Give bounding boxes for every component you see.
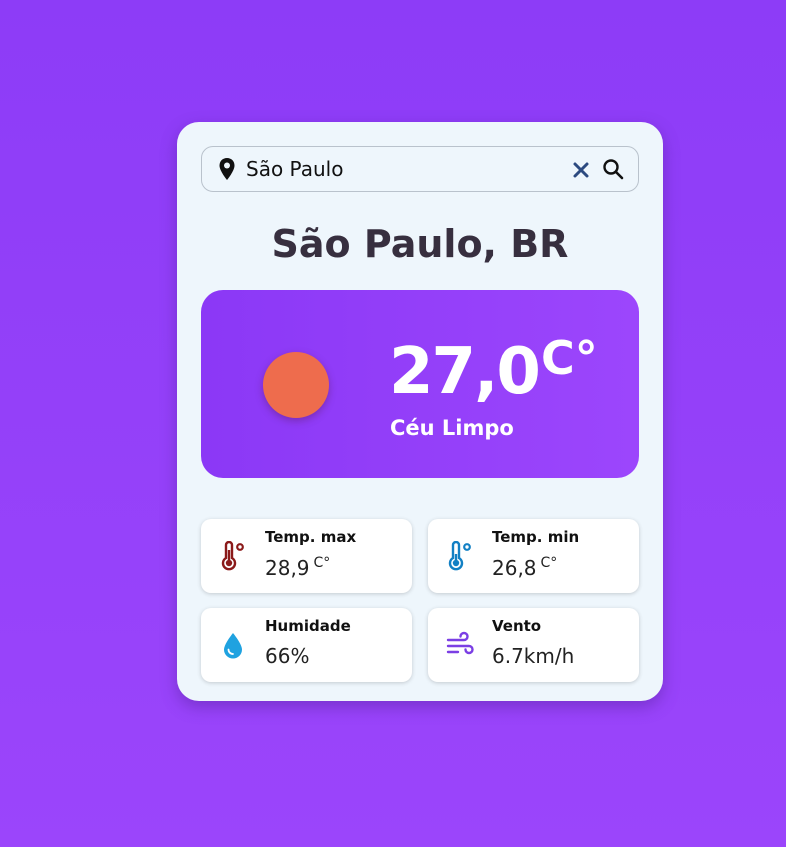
map-pin-icon	[219, 158, 235, 180]
detail-tile-max-temp: Temp. max 28,9 C°	[201, 519, 412, 593]
wind-value: 6.7km/h	[492, 644, 575, 668]
weather-condition: Céu Limpo	[390, 416, 514, 440]
current-weather-panel: 27,0 C° Céu Limpo	[201, 290, 639, 478]
water-drop-icon	[224, 633, 242, 659]
min-temp-value: 26,8	[492, 556, 537, 580]
weather-card: São Paulo, BR 27,0 C° Céu Limpo Temp. ma…	[177, 122, 663, 701]
thermometer-hot-icon	[221, 541, 244, 571]
detail-tile-min-temp: Temp. min 26,8 C°	[428, 519, 639, 593]
wind-icon	[446, 631, 474, 655]
sun-icon	[263, 352, 329, 418]
max-temp-value: 28,9	[265, 556, 310, 580]
search-input[interactable]	[246, 155, 546, 183]
max-temp-value-row: 28,9 C°	[265, 555, 330, 580]
wind-label: Vento	[492, 617, 542, 635]
close-icon[interactable]	[572, 161, 590, 179]
detail-tile-wind: Vento 6.7km/h	[428, 608, 639, 682]
humidity-value: 66%	[265, 644, 310, 668]
temperature-unit: C°	[541, 331, 598, 385]
humidity-label: Humidade	[265, 617, 351, 635]
min-temp-unit: C°	[540, 555, 558, 571]
max-temp-label: Temp. max	[265, 528, 357, 546]
search-icon[interactable]	[602, 158, 624, 180]
search-bar	[201, 146, 639, 192]
min-temp-value-row: 26,8 C°	[492, 555, 557, 580]
thermometer-cold-icon	[448, 541, 471, 571]
min-temp-label: Temp. min	[492, 528, 580, 546]
max-temp-unit: C°	[313, 555, 331, 571]
page-background: { "search": { "value": "São Paulo", "ico…	[0, 0, 786, 847]
location-title: São Paulo, BR	[271, 222, 569, 266]
detail-tile-humidity: Humidade 66%	[201, 608, 412, 682]
current-temperature: 27,0	[389, 335, 541, 409]
